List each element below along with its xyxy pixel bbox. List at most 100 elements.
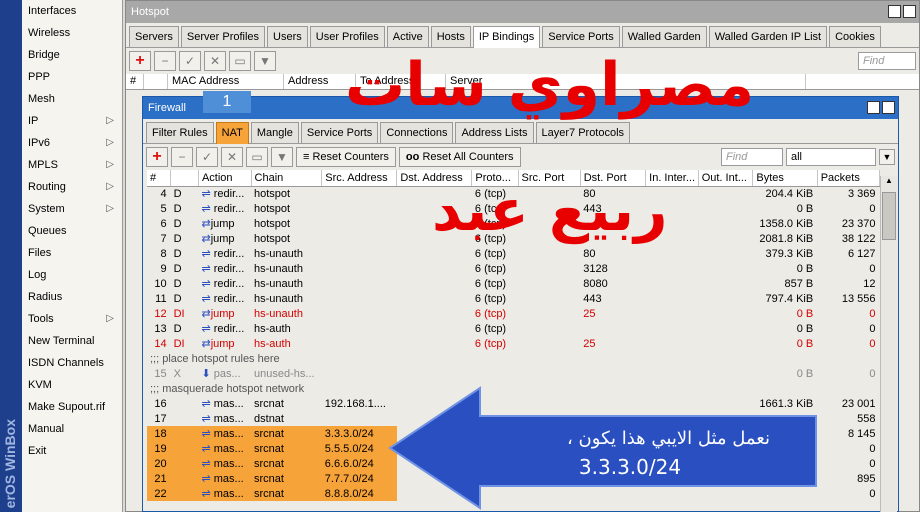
column-header[interactable]: Chain bbox=[251, 170, 323, 187]
sidebar-item-routing[interactable]: Routing ▷ bbox=[22, 176, 122, 198]
sidebar-item-wireless[interactable]: Wireless bbox=[22, 22, 122, 44]
column-header[interactable]: Bytes bbox=[752, 170, 818, 187]
tab-active[interactable]: Active bbox=[386, 26, 429, 47]
tab-service-ports[interactable]: Service Ports bbox=[542, 26, 620, 47]
tab-mangle[interactable]: Mangle bbox=[250, 122, 299, 143]
comment-row[interactable]: ;;; place hotspot rules here bbox=[147, 351, 880, 366]
filter-icon[interactable]: ▼ bbox=[271, 147, 293, 167]
tab-walled-garden[interactable]: Walled Garden bbox=[621, 26, 707, 47]
comment-icon[interactable]: ▭ bbox=[246, 147, 268, 167]
sidebar-item-kvm[interactable]: KVM bbox=[22, 374, 122, 396]
cell-dport: 80 bbox=[583, 247, 596, 260]
tab-layer7-protocols[interactable]: Layer7 Protocols bbox=[535, 122, 631, 143]
table-row[interactable]: 12 DI ⇄jump hs-unauth 6 (tcp) 25 0 B0 bbox=[147, 306, 880, 321]
tab-servers[interactable]: Servers bbox=[129, 26, 179, 47]
table-row[interactable]: 15 X ⬇ pas... unused-hs... 0 B0 bbox=[147, 366, 880, 381]
tab-server-profiles[interactable]: Server Profiles bbox=[180, 26, 266, 47]
tab-address-lists[interactable]: Address Lists bbox=[455, 122, 534, 143]
sidebar-item-mesh[interactable]: Mesh bbox=[22, 88, 122, 110]
column-header[interactable] bbox=[144, 74, 168, 89]
tab-cookies[interactable]: Cookies bbox=[829, 26, 881, 47]
sidebar-item-ppp[interactable]: PPP bbox=[22, 66, 122, 88]
cell-flag: X bbox=[173, 367, 181, 380]
enable-icon[interactable]: ✓ bbox=[179, 51, 201, 71]
table-row[interactable]: 11 D ⇌ redir... hs-unauth 6 (tcp) 443 797.4 Ki… bbox=[147, 291, 880, 306]
close-icon[interactable]: ✕ bbox=[882, 101, 895, 114]
tab-filter-rules[interactable]: Filter Rules bbox=[146, 122, 214, 143]
sidebar-item-log[interactable]: Log bbox=[22, 264, 122, 286]
find-input[interactable]: Find bbox=[858, 52, 916, 70]
scroll-thumb[interactable] bbox=[882, 192, 896, 240]
cell-sport bbox=[518, 366, 580, 381]
cell-chain: hs-auth bbox=[254, 322, 291, 335]
reset-all-counters-button[interactable]: oo Reset All Counters bbox=[398, 147, 521, 167]
tab-connections[interactable]: Connections bbox=[380, 122, 454, 143]
tab-walled-garden-ip-list[interactable]: Walled Garden IP List bbox=[708, 26, 828, 47]
action-label: redir... bbox=[213, 202, 245, 215]
cell-src bbox=[322, 261, 397, 276]
sidebar-item-mpls[interactable]: MPLS ▷ bbox=[22, 154, 122, 176]
filter-select[interactable]: all bbox=[786, 148, 876, 166]
sidebar-item-manual[interactable]: Manual bbox=[22, 418, 122, 440]
add-icon[interactable]: + bbox=[129, 51, 151, 71]
table-row[interactable]: 13 D ⇌ redir... hs-auth 6 (tcp) 0 B0 bbox=[147, 321, 880, 336]
filter-icon[interactable]: ▼ bbox=[254, 51, 276, 71]
remove-icon[interactable]: − bbox=[171, 147, 193, 167]
tab-ip-bindings[interactable]: IP Bindings bbox=[472, 26, 541, 48]
reset-counters-button[interactable]: ≡ Reset Counters bbox=[296, 147, 396, 167]
find-input[interactable]: Find bbox=[721, 148, 783, 166]
tab-user-profiles[interactable]: User Profiles bbox=[309, 26, 385, 47]
comment-icon[interactable]: ▭ bbox=[229, 51, 251, 71]
tab-hosts[interactable]: Hosts bbox=[430, 26, 471, 47]
column-header[interactable]: Action bbox=[198, 170, 252, 187]
cell-action: ⇌ redir... bbox=[198, 276, 251, 291]
column-header[interactable]: MAC Address bbox=[168, 74, 284, 89]
sidebar-item-make-supout-rif[interactable]: Make Supout.rif bbox=[22, 396, 122, 418]
column-header[interactable]: Packets bbox=[817, 170, 881, 187]
dropdown-icon[interactable]: ▼ bbox=[879, 149, 895, 165]
cell-flag bbox=[170, 456, 199, 471]
column-header[interactable]: # bbox=[126, 74, 144, 89]
remove-icon[interactable]: − bbox=[154, 51, 176, 71]
tab-service-ports[interactable]: Service Ports bbox=[300, 122, 379, 143]
sidebar-item-interfaces[interactable]: Interfaces bbox=[22, 0, 122, 22]
hotspot-title-bar[interactable]: Hotspot □ ✕ bbox=[126, 1, 919, 23]
cell-chain: dstnat bbox=[254, 412, 284, 425]
sidebar-item-tools[interactable]: Tools ▷ bbox=[22, 308, 122, 330]
sidebar-item-ipv6[interactable]: IPv6 ▷ bbox=[22, 132, 122, 154]
scroll-up-icon[interactable]: ▲ bbox=[881, 176, 897, 190]
vertical-scrollbar[interactable]: ▲ bbox=[880, 176, 897, 512]
disable-icon[interactable]: ✕ bbox=[221, 147, 243, 167]
sidebar-item-isdn-channels[interactable]: ISDN Channels bbox=[22, 352, 122, 374]
table-row[interactable]: 9 D ⇌ redir... hs-unauth 6 (tcp) 3128 0 B0 bbox=[147, 261, 880, 276]
table-row[interactable]: 8 D ⇌ redir... hs-unauth 6 (tcp) 80 379.3 KiB 6… bbox=[147, 246, 880, 261]
cell-chain: hs-unauth bbox=[254, 277, 303, 290]
maximize-icon[interactable]: □ bbox=[888, 5, 901, 18]
column-header[interactable]: Out. Int... bbox=[698, 170, 754, 187]
sidebar-item-new-terminal[interactable]: New Terminal bbox=[22, 330, 122, 352]
sidebar-item-files[interactable]: Files bbox=[22, 242, 122, 264]
sidebar-item-system[interactable]: System ▷ bbox=[22, 198, 122, 220]
close-icon[interactable]: ✕ bbox=[903, 5, 916, 18]
enable-icon[interactable]: ✓ bbox=[196, 147, 218, 167]
table-row[interactable]: 14 DI ⇄jump hs-auth 6 (tcp) 25 0 B0 bbox=[147, 336, 880, 351]
cell-in bbox=[646, 246, 699, 261]
sidebar-item-ip[interactable]: IP ▷ bbox=[22, 110, 122, 132]
sidebar-item-bridge[interactable]: Bridge bbox=[22, 44, 122, 66]
maximize-icon[interactable]: □ bbox=[867, 101, 880, 114]
table-row[interactable]: 10 D ⇌ redir... hs-unauth 6 (tcp) 8080 857 B 12 bbox=[147, 276, 880, 291]
action-label: redir... bbox=[213, 277, 245, 290]
column-header[interactable]: # bbox=[147, 170, 172, 187]
tab-users[interactable]: Users bbox=[267, 26, 308, 47]
disable-icon[interactable]: ✕ bbox=[204, 51, 226, 71]
sidebar-item-exit[interactable]: Exit bbox=[22, 440, 122, 462]
cell-flag bbox=[170, 426, 199, 441]
sidebar-item-queues[interactable]: Queues bbox=[22, 220, 122, 242]
add-icon[interactable]: + bbox=[146, 147, 168, 167]
cell-dst bbox=[397, 291, 472, 306]
sidebar-item-radius[interactable]: Radius bbox=[22, 286, 122, 308]
column-header[interactable]: Src. Address bbox=[321, 170, 398, 187]
column-header[interactable] bbox=[170, 170, 199, 187]
tab-nat[interactable]: NAT bbox=[215, 122, 249, 144]
cell-chain: srcnat bbox=[251, 426, 322, 441]
